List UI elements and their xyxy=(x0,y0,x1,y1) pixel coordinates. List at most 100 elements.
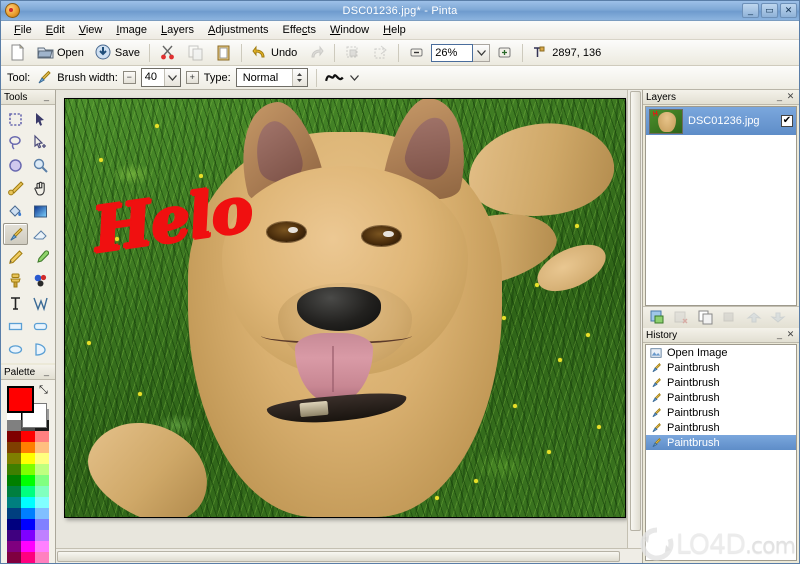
open-button[interactable]: Open xyxy=(32,42,89,64)
history-item[interactable]: Paintbrush xyxy=(646,405,796,420)
menu-effects[interactable]: Effects xyxy=(276,22,323,38)
layers-panel-collapse-button[interactable]: _ xyxy=(774,91,785,103)
move-layer-up-button[interactable] xyxy=(742,308,764,327)
new-button[interactable] xyxy=(4,42,31,64)
palette-swatch[interactable] xyxy=(21,552,35,563)
brush-width-increase-button[interactable]: + xyxy=(185,71,199,84)
palette-swatch[interactable] xyxy=(21,508,35,519)
blend-type-stepper[interactable] xyxy=(291,69,307,86)
gradient-tool[interactable] xyxy=(29,200,54,222)
close-button[interactable]: ✕ xyxy=(780,3,797,18)
merge-layer-down-button[interactable] xyxy=(718,308,740,327)
magic-wand-tool[interactable] xyxy=(3,177,28,199)
deselect-all-button[interactable] xyxy=(367,42,394,64)
blend-type-combo[interactable]: Normal xyxy=(235,68,308,87)
horizontal-scroll-thumb[interactable] xyxy=(57,551,620,562)
save-button[interactable]: Save xyxy=(90,42,145,64)
palette-swatch[interactable] xyxy=(21,431,35,442)
palette-swatch[interactable] xyxy=(7,486,21,497)
color-picker-tool[interactable] xyxy=(29,246,54,268)
minimize-button[interactable]: _ xyxy=(742,3,759,18)
primary-color-swatch[interactable] xyxy=(7,386,34,413)
palette-swatch[interactable] xyxy=(35,541,49,552)
menu-edit[interactable]: Edit xyxy=(39,22,72,38)
move-layer-down-button[interactable] xyxy=(766,308,788,327)
palette-swatch[interactable] xyxy=(7,453,21,464)
zoom-out-button[interactable] xyxy=(403,42,430,64)
palette-swatch[interactable] xyxy=(35,508,49,519)
rectangle-tool[interactable] xyxy=(3,315,28,337)
zoom-tool[interactable] xyxy=(29,154,54,176)
menu-help[interactable]: Help xyxy=(376,22,413,38)
canvas-horizontal-scrollbar[interactable] xyxy=(56,548,642,563)
pencil-tool[interactable] xyxy=(3,246,28,268)
palette-swatch[interactable] xyxy=(35,453,49,464)
chevron-down-icon[interactable] xyxy=(349,74,359,81)
zoom-in-button[interactable] xyxy=(491,42,518,64)
menu-layers[interactable]: Layers xyxy=(154,22,201,38)
cut-button[interactable] xyxy=(154,42,181,64)
palette-swatch[interactable] xyxy=(7,420,21,431)
clone-stamp-tool[interactable] xyxy=(3,269,28,291)
freeform-shape-tool[interactable] xyxy=(29,338,54,360)
redo-button[interactable] xyxy=(303,42,330,64)
history-item[interactable]: Paintbrush xyxy=(646,360,796,375)
palette-swatch[interactable] xyxy=(7,519,21,530)
menu-image[interactable]: Image xyxy=(109,22,154,38)
vertical-scroll-thumb[interactable] xyxy=(630,91,641,531)
layer-visibility-checkbox[interactable]: ✔ xyxy=(781,115,793,127)
lasso-select-tool[interactable] xyxy=(3,131,28,153)
palette-swatch[interactable] xyxy=(21,442,35,453)
maximize-button[interactable]: ▭ xyxy=(761,3,778,18)
palette-swatch[interactable] xyxy=(21,541,35,552)
palette-swatch[interactable] xyxy=(21,497,35,508)
palette-swatch[interactable] xyxy=(35,464,49,475)
palette-swatch[interactable] xyxy=(21,530,35,541)
palette-swatch[interactable] xyxy=(7,541,21,552)
canvas-vertical-scrollbar[interactable] xyxy=(627,90,642,548)
layers-panel-close-button[interactable]: ✕ xyxy=(785,91,796,103)
zoom-dropdown-button[interactable] xyxy=(473,43,491,62)
move-selected-tool[interactable] xyxy=(29,108,54,130)
paste-button[interactable] xyxy=(210,42,237,64)
add-layer-button[interactable] xyxy=(646,308,668,327)
ellipse-tool[interactable] xyxy=(3,338,28,360)
rectangle-select-tool[interactable] xyxy=(3,108,28,130)
palette-swatch[interactable] xyxy=(21,486,35,497)
menu-adjustments[interactable]: Adjustments xyxy=(201,22,276,38)
history-item[interactable]: Paintbrush xyxy=(646,390,796,405)
paint-bucket-tool[interactable] xyxy=(3,200,28,222)
crop-to-selection-button[interactable] xyxy=(339,42,366,64)
history-panel-close-button[interactable]: ✕ xyxy=(785,329,796,341)
layer-row[interactable]: H DSC01236.jpg ✔ xyxy=(646,107,796,135)
palette-swatch[interactable] xyxy=(35,486,49,497)
menu-file[interactable]: File xyxy=(7,22,39,38)
palette-swatch[interactable] xyxy=(35,552,49,563)
image-canvas[interactable]: Helo xyxy=(64,98,626,518)
palette-swatch[interactable] xyxy=(7,508,21,519)
ellipse-select-tool[interactable] xyxy=(3,154,28,176)
text-tool[interactable] xyxy=(3,292,28,314)
zoom-input[interactable] xyxy=(431,43,474,62)
move-selection-tool[interactable] xyxy=(29,131,54,153)
history-item[interactable]: Open Image xyxy=(646,345,796,360)
palette-swatch[interactable] xyxy=(35,497,49,508)
palette-swatch[interactable] xyxy=(35,475,49,486)
brush-width-decrease-button[interactable]: − xyxy=(122,71,136,84)
history-item[interactable]: Paintbrush xyxy=(646,375,796,390)
menu-view[interactable]: View xyxy=(72,22,110,38)
palette-swatch[interactable] xyxy=(7,530,21,541)
duplicate-layer-button[interactable] xyxy=(694,308,716,327)
tools-panel-collapse-button[interactable]: _ xyxy=(41,91,52,103)
palette-swatch[interactable] xyxy=(7,475,21,486)
palette-swatch[interactable] xyxy=(7,552,21,563)
palette-swatch[interactable] xyxy=(7,497,21,508)
palette-swatch[interactable] xyxy=(35,519,49,530)
palette-swatch[interactable] xyxy=(21,519,35,530)
brush-width-spinner[interactable]: 40 xyxy=(140,68,181,87)
history-item[interactable]: Paintbrush xyxy=(646,435,796,450)
history-panel-collapse-button[interactable]: _ xyxy=(774,329,785,341)
palette-swatch[interactable] xyxy=(21,453,35,464)
palette-panel-collapse-button[interactable]: _ xyxy=(41,366,52,378)
line-curve-tool[interactable] xyxy=(29,292,54,314)
